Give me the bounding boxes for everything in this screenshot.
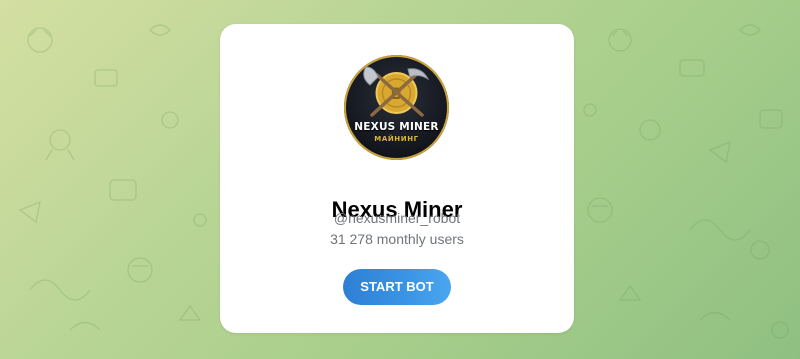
pickaxe-shovel-coin-icon: B <box>363 66 430 117</box>
avatar-subtitle: МАЙНИНГ <box>374 135 419 143</box>
bot-info-card: B NEXUS MINER МАЙНИНГ Nexus Miner @nexus… <box>220 24 574 333</box>
monthly-users: 31 278 monthly users <box>330 231 464 247</box>
avatar-title: NEXUS MINER <box>354 121 439 133</box>
bot-avatar: B NEXUS MINER МАЙНИНГ <box>344 55 449 160</box>
bot-username: @nexusminer_robot <box>333 210 461 226</box>
start-bot-button[interactable]: START BOT <box>343 269 451 305</box>
